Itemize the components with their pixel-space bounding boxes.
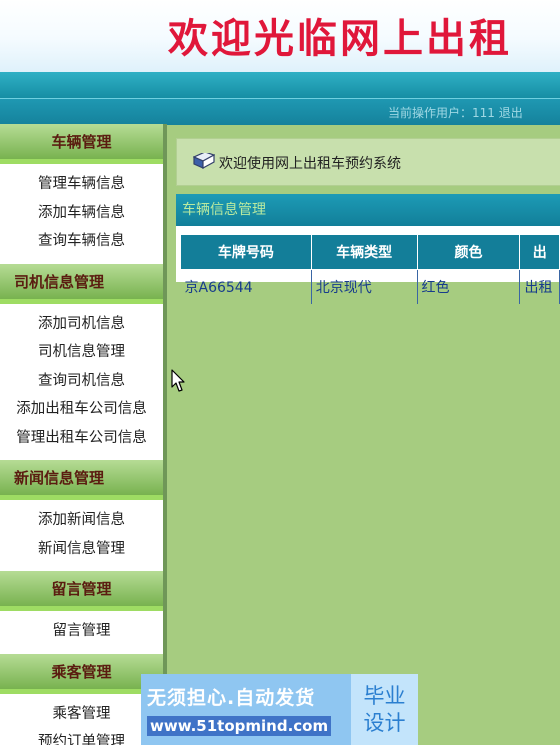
watermark-badge-line2: 设计 xyxy=(363,710,406,735)
vehicle-info-panel: 车辆信息管理 车牌号码 车辆类型 颜色 出 京A66544 北京现代 红色 出租 xyxy=(176,194,560,304)
sidebar-item-manage-company[interactable]: 管理出租车公司信息 xyxy=(0,424,163,453)
sidebar-section-news: 新闻信息管理 添加新闻信息 新闻信息管理 xyxy=(0,460,163,571)
sidebar-section-title[interactable]: 乘客管理 xyxy=(0,653,163,694)
sidebar-item-manage-orders[interactable]: 预约订单管理 xyxy=(0,728,163,745)
sidebar-section-vehicle: 车辆管理 管理车辆信息 添加车辆信息 查询车辆信息 xyxy=(0,124,163,264)
header-banner: 欢迎光临网上出租 xyxy=(0,0,560,72)
sidebar-item-add-company[interactable]: 添加出租车公司信息 xyxy=(0,395,163,424)
column-header-type: 车辆类型 xyxy=(310,234,418,270)
watermark-line1: 无须担心.自动发货 xyxy=(147,687,316,709)
sidebar-section-messages: 留言管理 留言管理 xyxy=(0,571,163,654)
watermark-text: 无须担心.自动发货 www.51topmind.com xyxy=(141,674,351,745)
sidebar-section-items: 添加新闻信息 新闻信息管理 xyxy=(0,500,163,571)
sidebar-item-add-news[interactable]: 添加新闻信息 xyxy=(0,506,163,535)
watermark-banner: 无须担心.自动发货 www.51topmind.com 毕业 设计 xyxy=(141,674,418,745)
sidebar-item-query-driver[interactable]: 查询司机信息 xyxy=(0,367,163,396)
book-icon xyxy=(192,151,216,173)
user-bar: 当前操作用户：111 退出 xyxy=(0,98,560,125)
column-header-status: 出 xyxy=(519,234,560,270)
sidebar-item-manage-vehicles[interactable]: 管理车辆信息 xyxy=(0,170,163,199)
table-header-row: 车牌号码 车辆类型 颜色 出 xyxy=(180,234,560,270)
sidebar-section-passenger: 乘客管理 乘客管理 预约订单管理 xyxy=(0,653,163,745)
sidebar-item-add-vehicle[interactable]: 添加车辆信息 xyxy=(0,199,163,228)
sidebar-item-add-driver[interactable]: 添加司机信息 xyxy=(0,310,163,339)
sidebar-section-items: 管理车辆信息 添加车辆信息 查询车辆信息 xyxy=(0,164,163,264)
watermark-badge-line1: 毕业 xyxy=(363,683,406,708)
watermark-badge: 毕业 设计 xyxy=(351,674,418,745)
current-user-text: 当前操作用户：111 退出 xyxy=(388,106,523,120)
sidebar-item-manage-messages[interactable]: 留言管理 xyxy=(0,617,163,646)
sidebar-section-title[interactable]: 司机信息管理 xyxy=(0,263,163,304)
main-content: 欢迎使用网上出租车预约系统 车辆信息管理 车牌号码 车辆类型 颜色 出 京A66… xyxy=(167,124,560,745)
vehicle-table: 车牌号码 车辆类型 颜色 出 京A66544 北京现代 红色 出租 xyxy=(180,234,560,304)
sidebar-section-items: 留言管理 xyxy=(0,611,163,654)
cell-type: 北京现代 xyxy=(311,269,418,304)
watermark-url: www.51topmind.com xyxy=(147,716,332,736)
welcome-text: 欢迎使用网上出租车预约系统 xyxy=(219,156,401,172)
header-band xyxy=(0,72,560,98)
column-header-plate: 车牌号码 xyxy=(180,234,312,270)
welcome-bar: 欢迎使用网上出租车预约系统 xyxy=(176,138,560,186)
sidebar-section-title[interactable]: 车辆管理 xyxy=(0,124,163,164)
site-title: 欢迎光临网上出租 xyxy=(168,15,512,62)
column-header-color: 颜色 xyxy=(416,234,521,270)
table-row[interactable]: 京A66544 北京现代 红色 出租 xyxy=(180,269,560,304)
sidebar-section-items: 乘客管理 预约订单管理 xyxy=(0,694,163,745)
sidebar-item-query-vehicle[interactable]: 查询车辆信息 xyxy=(0,227,163,256)
sidebar-item-manage-news[interactable]: 新闻信息管理 xyxy=(0,535,163,564)
mouse-cursor-icon xyxy=(171,369,185,392)
sidebar-section-driver: 司机信息管理 添加司机信息 司机信息管理 查询司机信息 添加出租车公司信息 管理… xyxy=(0,263,163,461)
cell-color: 红色 xyxy=(417,269,521,304)
cell-status: 出租 xyxy=(519,269,560,304)
sidebar-section-title[interactable]: 新闻信息管理 xyxy=(0,460,163,500)
sidebar-section-items: 添加司机信息 司机信息管理 查询司机信息 添加出租车公司信息 管理出租车公司信息 xyxy=(0,304,163,461)
panel-title: 车辆信息管理 xyxy=(176,194,560,226)
sidebar-section-title[interactable]: 留言管理 xyxy=(0,571,163,611)
sidebar-item-manage-passengers[interactable]: 乘客管理 xyxy=(0,700,163,729)
sidebar-item-manage-driver[interactable]: 司机信息管理 xyxy=(0,338,163,367)
cell-plate: 京A66544 xyxy=(180,269,312,304)
sidebar: 车辆管理 管理车辆信息 添加车辆信息 查询车辆信息 司机信息管理 添加司机信息 … xyxy=(0,124,167,745)
